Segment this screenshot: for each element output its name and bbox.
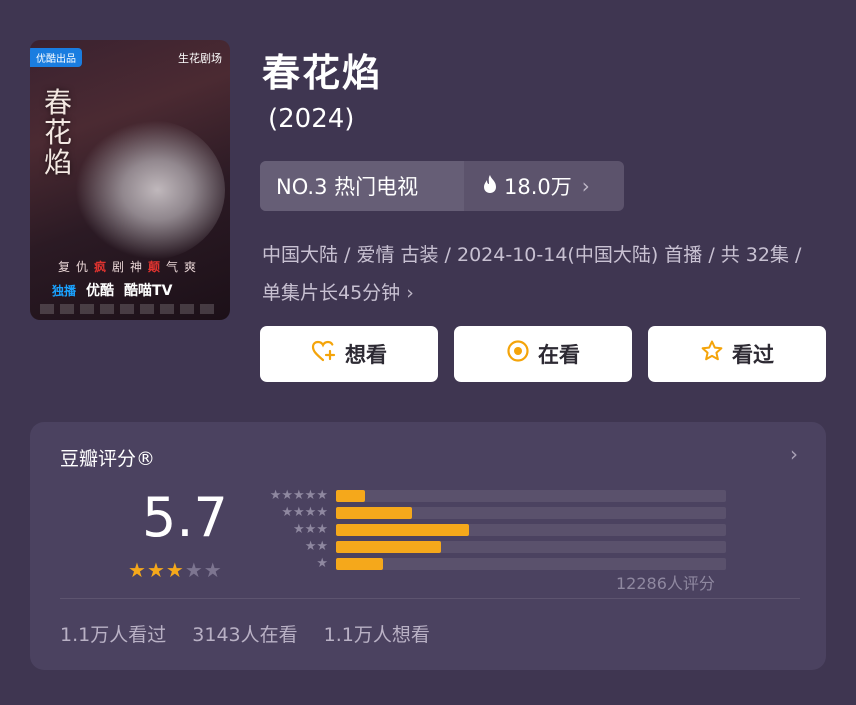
poster-image[interactable]: 优酷出品 生花剧场 春花焰 复仇疯剧神颠气爽 独播 优酷 酷喵TV — [30, 40, 230, 320]
chevron-right-icon: › — [406, 282, 414, 304]
distribution-stars: ★★ — [304, 539, 328, 554]
distribution-track — [336, 558, 726, 570]
show-meta[interactable]: 中国大陆 / 爱情 古装 / 2024-10-14(中国大陆) 首播 / 共 3… — [262, 236, 822, 312]
poster-calligraphy-title: 春花焰 — [44, 86, 73, 179]
show-year: (2024) — [268, 104, 355, 134]
distribution-track — [336, 524, 726, 536]
distribution-stars: ★★★★ — [281, 505, 328, 520]
poster-credits — [40, 304, 220, 314]
distribution-bar — [336, 524, 469, 536]
rating-stars: ★★★★★ — [128, 558, 223, 582]
poster-platforms: 独播 优酷 酷喵TV — [52, 280, 172, 300]
ranking-box[interactable]: NO.3 热门电视 18.0万 › — [260, 161, 624, 211]
rating-score: 5.7 — [142, 486, 228, 549]
chevron-right-icon: › — [581, 174, 590, 198]
star-filled-icon: ★ — [146, 558, 166, 582]
poster-tagline: 复仇疯剧神颠气爽 — [57, 260, 203, 274]
rank-label[interactable]: NO.3 热门电视 — [260, 161, 464, 211]
want-to-watch-button[interactable]: 想看 — [260, 326, 438, 382]
watching-button[interactable]: 在看 — [454, 326, 632, 382]
watched-button[interactable]: 看过 — [648, 326, 826, 382]
distribution-bar — [336, 490, 366, 502]
distribution-stars: ★ — [316, 556, 328, 571]
watching-count[interactable]: 3143人在看 — [192, 624, 297, 646]
distribution-stars: ★★★★★ — [269, 488, 328, 503]
exclusive-mark: 独播 — [52, 283, 77, 298]
distribution-track — [336, 490, 726, 502]
show-title: 春花焰 — [262, 51, 383, 95]
divider — [60, 598, 800, 599]
platform-youku: 优酷 — [86, 283, 115, 299]
want-count[interactable]: 1.1万人想看 — [324, 624, 430, 646]
star-empty-icon: ★ — [203, 558, 223, 582]
distribution-bar — [336, 541, 442, 553]
chevron-right-icon[interactable]: › — [790, 442, 798, 466]
rating-title: 豆瓣评分® — [60, 448, 156, 470]
watched-count[interactable]: 1.1万人看过 — [60, 624, 166, 646]
distribution-row: ★★★ — [256, 522, 726, 537]
heart-plus-icon — [311, 340, 337, 368]
star-filled-icon: ★ — [165, 558, 185, 582]
distribution-row: ★★★★ — [256, 505, 726, 520]
star-empty-icon: ★ — [184, 558, 204, 582]
audience-stats: 1.1万人看过 3143人在看 1.1万人想看 — [60, 620, 450, 647]
poster-figures — [75, 120, 225, 260]
distribution-row: ★ — [256, 556, 726, 571]
distribution-track — [336, 541, 726, 553]
distribution-track — [336, 507, 726, 519]
producer-badge: 优酷出品 — [30, 48, 82, 67]
distribution-row: ★★★★★ — [256, 488, 726, 503]
distribution-bar — [336, 558, 383, 570]
heat-value[interactable]: 18.0万 › — [464, 161, 624, 211]
star-outline-icon — [700, 339, 724, 369]
vote-count[interactable]: 12286人评分 — [616, 570, 715, 594]
distribution-bar — [336, 507, 413, 519]
distribution-row: ★★ — [256, 539, 726, 554]
studio-logo: 生花剧场 — [178, 52, 222, 65]
target-icon — [506, 339, 530, 369]
distribution-stars: ★★★ — [293, 522, 328, 537]
star-filled-icon: ★ — [128, 558, 147, 582]
rating-card[interactable]: 豆瓣评分® › 5.7 ★★★★★ ★★★★★ ★★★★ ★★★ ★★ ★ 12286人… — [30, 422, 826, 670]
fire-icon — [482, 174, 498, 199]
platform-kumiao: 酷喵TV — [124, 283, 173, 299]
